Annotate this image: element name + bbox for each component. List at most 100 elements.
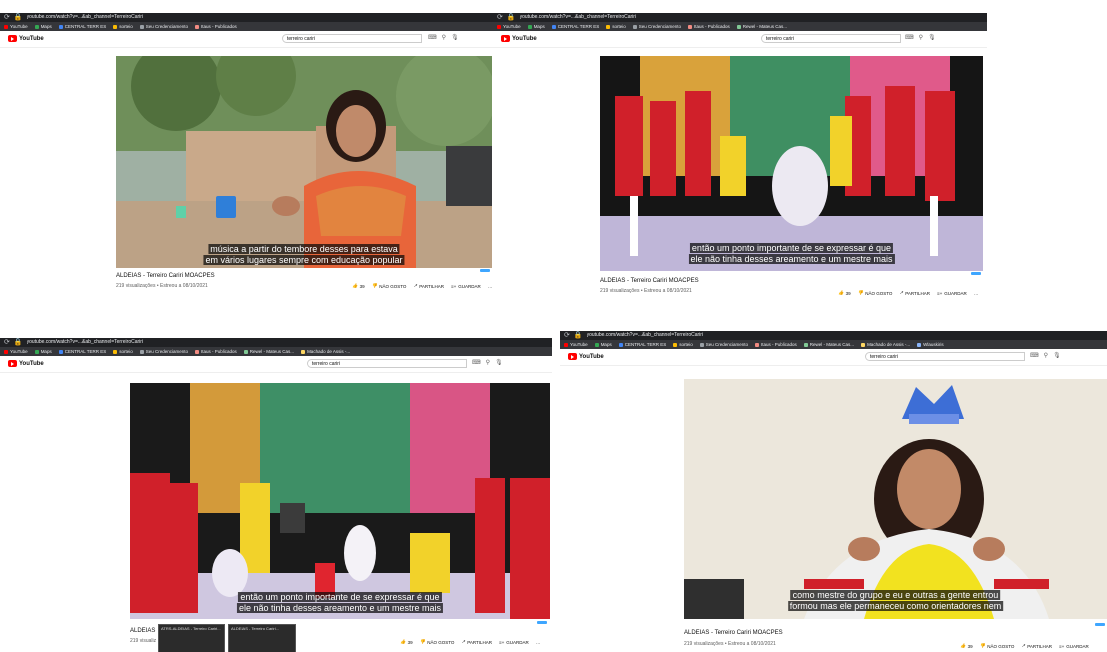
search-icon[interactable]: ⚲ bbox=[486, 359, 490, 366]
bookmark-item[interactable]: sorteio bbox=[113, 349, 133, 354]
bookmark-item[interactable]: CENTRAL TERR ES bbox=[618, 342, 666, 347]
bookmark-item[interactable]: CENTRAL TERR ES bbox=[551, 24, 599, 29]
dislike-button[interactable]: 👎 NÃO GOSTO bbox=[858, 290, 893, 296]
mic-icon[interactable]: 🎙 bbox=[451, 34, 459, 41]
bookmark-item[interactable]: YouTube bbox=[4, 24, 28, 29]
save-button[interactable]: ≡+ GUARDAR bbox=[499, 639, 529, 645]
mic-icon[interactable]: 🎙 bbox=[495, 359, 503, 366]
bookmark-item[interactable]: sorteio bbox=[113, 24, 133, 29]
reload-icon[interactable]: ⟳ bbox=[564, 331, 570, 340]
bookmark-item[interactable]: Rewel - Mateus Cas... bbox=[243, 349, 294, 354]
screenshot-panel-4: ⟳ 🔒 youtube.com/watch?v=...&ab_channel=T… bbox=[560, 331, 1107, 652]
taskbar-preview-1[interactable]: ATRS-ALDEIAS - Terreiro Cariri... bbox=[158, 624, 225, 652]
bookmark-item[interactable]: Machado de Assis -... bbox=[861, 342, 910, 347]
dislike-button[interactable]: 👎 NÃO GOSTO bbox=[420, 639, 455, 645]
video-player[interactable]: música a partir do tembore desses para e… bbox=[116, 56, 492, 268]
bookmark-item[interactable]: Maps bbox=[527, 24, 545, 29]
video-meta: 219 visualiz bbox=[130, 638, 157, 644]
bookmark-item[interactable]: YouTube bbox=[497, 24, 521, 29]
video-captions: música a partir do tembore desses para e… bbox=[203, 244, 405, 265]
dislike-button[interactable]: 👎 NÃO GOSTO bbox=[980, 643, 1015, 649]
video-actions: 👍 39 👎 NÃO GOSTO ↗ PARTILHAR ≡+ GUARDAR … bbox=[400, 639, 540, 645]
bookmark-item[interactable]: Itaus - Publicados bbox=[688, 24, 730, 29]
youtube-logo[interactable]: YouTube bbox=[8, 35, 44, 42]
search-icon[interactable]: ⚲ bbox=[1044, 352, 1048, 359]
search-icon[interactable]: ⚲ bbox=[919, 34, 923, 41]
address-bar[interactable]: youtube.com/watch?v=...&ab_channel=Terre… bbox=[520, 13, 636, 22]
search-input[interactable]: terreiro cariri bbox=[761, 34, 901, 43]
video-frame-outdoor-interview bbox=[116, 56, 492, 268]
live-translation-badge bbox=[1095, 623, 1105, 626]
bookmark-item[interactable]: Rewel - Mateus Cas... bbox=[736, 24, 787, 29]
bookmark-item[interactable]: Itaus - Publicados bbox=[195, 24, 237, 29]
bookmark-item[interactable]: Maps bbox=[34, 24, 52, 29]
save-icon: ≡+ bbox=[1059, 643, 1065, 649]
keyboard-icon[interactable]: ⌨ bbox=[428, 34, 437, 41]
dislike-button[interactable]: 👎 NÃO GOSTO bbox=[372, 283, 407, 289]
video-title: ALDEIAS - Terreiro Cariri MOACPES bbox=[600, 278, 699, 284]
youtube-logo[interactable]: YouTube bbox=[568, 353, 604, 360]
address-bar[interactable]: youtube.com/watch?v=...&ab_channel=Terre… bbox=[27, 338, 143, 347]
more-icon[interactable]: … bbox=[974, 290, 979, 296]
save-button[interactable]: ≡+ GUARDAR bbox=[1059, 643, 1089, 649]
video-title: ALDEIAS - Terreiro Cariri MOACPES bbox=[684, 630, 783, 636]
bookmark-item[interactable]: Wlauskiris bbox=[917, 342, 944, 347]
taskbar-preview-2[interactable]: ALDEIAS - Terreiro Cariri... bbox=[228, 624, 296, 652]
reload-icon[interactable]: ⟳ bbox=[4, 13, 10, 22]
bookmark-item[interactable]: Itaus - Publicados bbox=[755, 342, 797, 347]
bookmark-item[interactable]: Seu Credenciamento bbox=[699, 342, 748, 347]
video-title: ALDEIAS bbox=[130, 628, 156, 634]
bookmark-item[interactable]: Seu Credenciamento bbox=[139, 349, 188, 354]
like-button[interactable]: 👍 39 bbox=[960, 643, 973, 649]
share-button[interactable]: ↗ PARTILHAR bbox=[413, 283, 444, 289]
lock-icon: 🔒 bbox=[506, 14, 516, 21]
save-button[interactable]: ≡+ GUARDAR bbox=[937, 290, 967, 296]
bookmark-item[interactable]: Maps bbox=[34, 349, 52, 354]
bookmark-item[interactable]: Rewel - Mateus Cas... bbox=[803, 342, 854, 347]
mic-icon[interactable]: 🎙 bbox=[928, 34, 936, 41]
video-player[interactable]: então um ponto importante de se expressa… bbox=[130, 383, 550, 619]
keyboard-icon[interactable]: ⌨ bbox=[1030, 352, 1039, 359]
reload-icon[interactable]: ⟳ bbox=[4, 338, 10, 347]
search-input[interactable]: terreiro cariri bbox=[282, 34, 422, 43]
youtube-logo[interactable]: YouTube bbox=[501, 35, 537, 42]
bookmark-item[interactable]: Maps bbox=[594, 342, 612, 347]
share-icon: ↗ bbox=[899, 290, 904, 295]
keyboard-icon[interactable]: ⌨ bbox=[472, 359, 481, 366]
bookmark-item[interactable]: Itaus - Publicados bbox=[195, 349, 237, 354]
bookmark-item[interactable]: Seu Credenciamento bbox=[632, 24, 681, 29]
bookmark-item[interactable]: Machado de Assis -... bbox=[301, 349, 350, 354]
like-button[interactable]: 👍 39 bbox=[352, 283, 365, 289]
share-button[interactable]: ↗ PARTILHAR bbox=[1021, 643, 1052, 649]
address-bar[interactable]: youtube.com/watch?v=...&ab_channel=Terre… bbox=[587, 331, 703, 340]
mic-icon[interactable]: 🎙 bbox=[1053, 352, 1061, 359]
search-input[interactable]: terreiro cariri bbox=[307, 359, 467, 368]
more-icon[interactable]: … bbox=[488, 283, 493, 289]
video-player[interactable]: então um ponto importante de se expressa… bbox=[600, 56, 983, 271]
bookmark-item[interactable]: sorteio bbox=[606, 24, 626, 29]
live-translation-badge bbox=[480, 269, 490, 272]
address-bar[interactable]: youtube.com/watch?v=...&ab_channel=Terre… bbox=[27, 13, 143, 22]
search-input[interactable]: terreiro cariri bbox=[865, 352, 1025, 361]
bookmark-item[interactable]: sorteio bbox=[673, 342, 693, 347]
bookmark-item[interactable]: CENTRAL TERR ES bbox=[58, 349, 106, 354]
keyboard-icon[interactable]: ⌨ bbox=[905, 34, 914, 41]
screenshot-panel-2: ⟳ 🔒 youtube.com/watch?v=...&ab_channel=T… bbox=[493, 13, 987, 303]
bookmark-item[interactable]: YouTube bbox=[564, 342, 588, 347]
more-icon[interactable]: … bbox=[536, 639, 541, 645]
youtube-logo[interactable]: YouTube bbox=[8, 360, 44, 367]
bookmark-item[interactable]: YouTube bbox=[4, 349, 28, 354]
like-button[interactable]: 👍 39 bbox=[400, 639, 413, 645]
reload-icon[interactable]: ⟳ bbox=[497, 13, 503, 22]
share-button[interactable]: ↗ PARTILHAR bbox=[899, 290, 930, 296]
search-icons: ⌨ ⚲ 🎙 bbox=[1030, 352, 1061, 359]
video-player[interactable]: como mestre do grupo e eu e outras a gen… bbox=[684, 379, 1107, 619]
like-button[interactable]: 👍 39 bbox=[838, 290, 851, 296]
bookmark-item[interactable]: CENTRAL TERR ES bbox=[58, 24, 106, 29]
bookmark-item[interactable]: Seu Credenciamento bbox=[139, 24, 188, 29]
save-button[interactable]: ≡+ GUARDAR bbox=[451, 283, 481, 289]
search-icon[interactable]: ⚲ bbox=[442, 34, 446, 41]
share-button[interactable]: ↗ PARTILHAR bbox=[461, 639, 492, 645]
save-icon: ≡+ bbox=[499, 639, 505, 645]
video-frame-group-accordion bbox=[130, 383, 550, 619]
